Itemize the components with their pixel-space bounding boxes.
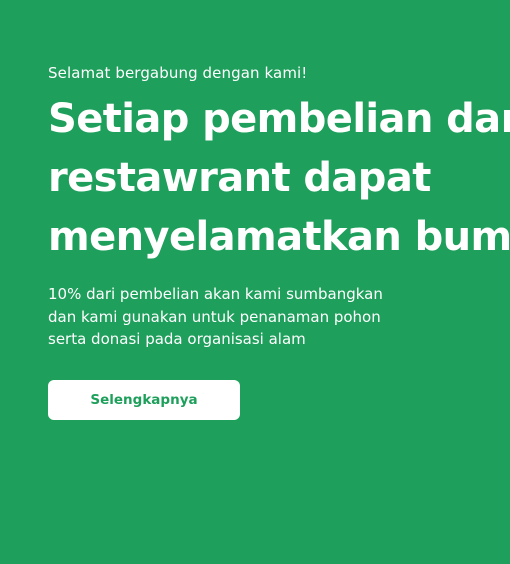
hero-description: 10% dari pembelian akan kami sumbangkan … [48,283,428,351]
headline-line: Setiap pembelian dari [48,96,510,142]
learn-more-button[interactable]: Selengkapnya [48,380,240,420]
description-line: dan kami gunakan untuk penanaman pohon [48,307,381,326]
description-line: 10% dari pembelian akan kami sumbangkan [48,285,383,303]
hero-section: Selamat bergabung dengan kami! Setiap pe… [48,62,510,351]
description-line: serta donasi pada organisasi alam [48,330,306,348]
hero-headline: Setiap pembelian dari restawrant dapat m… [48,90,510,267]
headline-line: menyelamatkan bumi [48,214,510,260]
headline-line: restawrant dapat [48,155,431,201]
welcome-text: Selamat bergabung dengan kami! [48,64,308,82]
